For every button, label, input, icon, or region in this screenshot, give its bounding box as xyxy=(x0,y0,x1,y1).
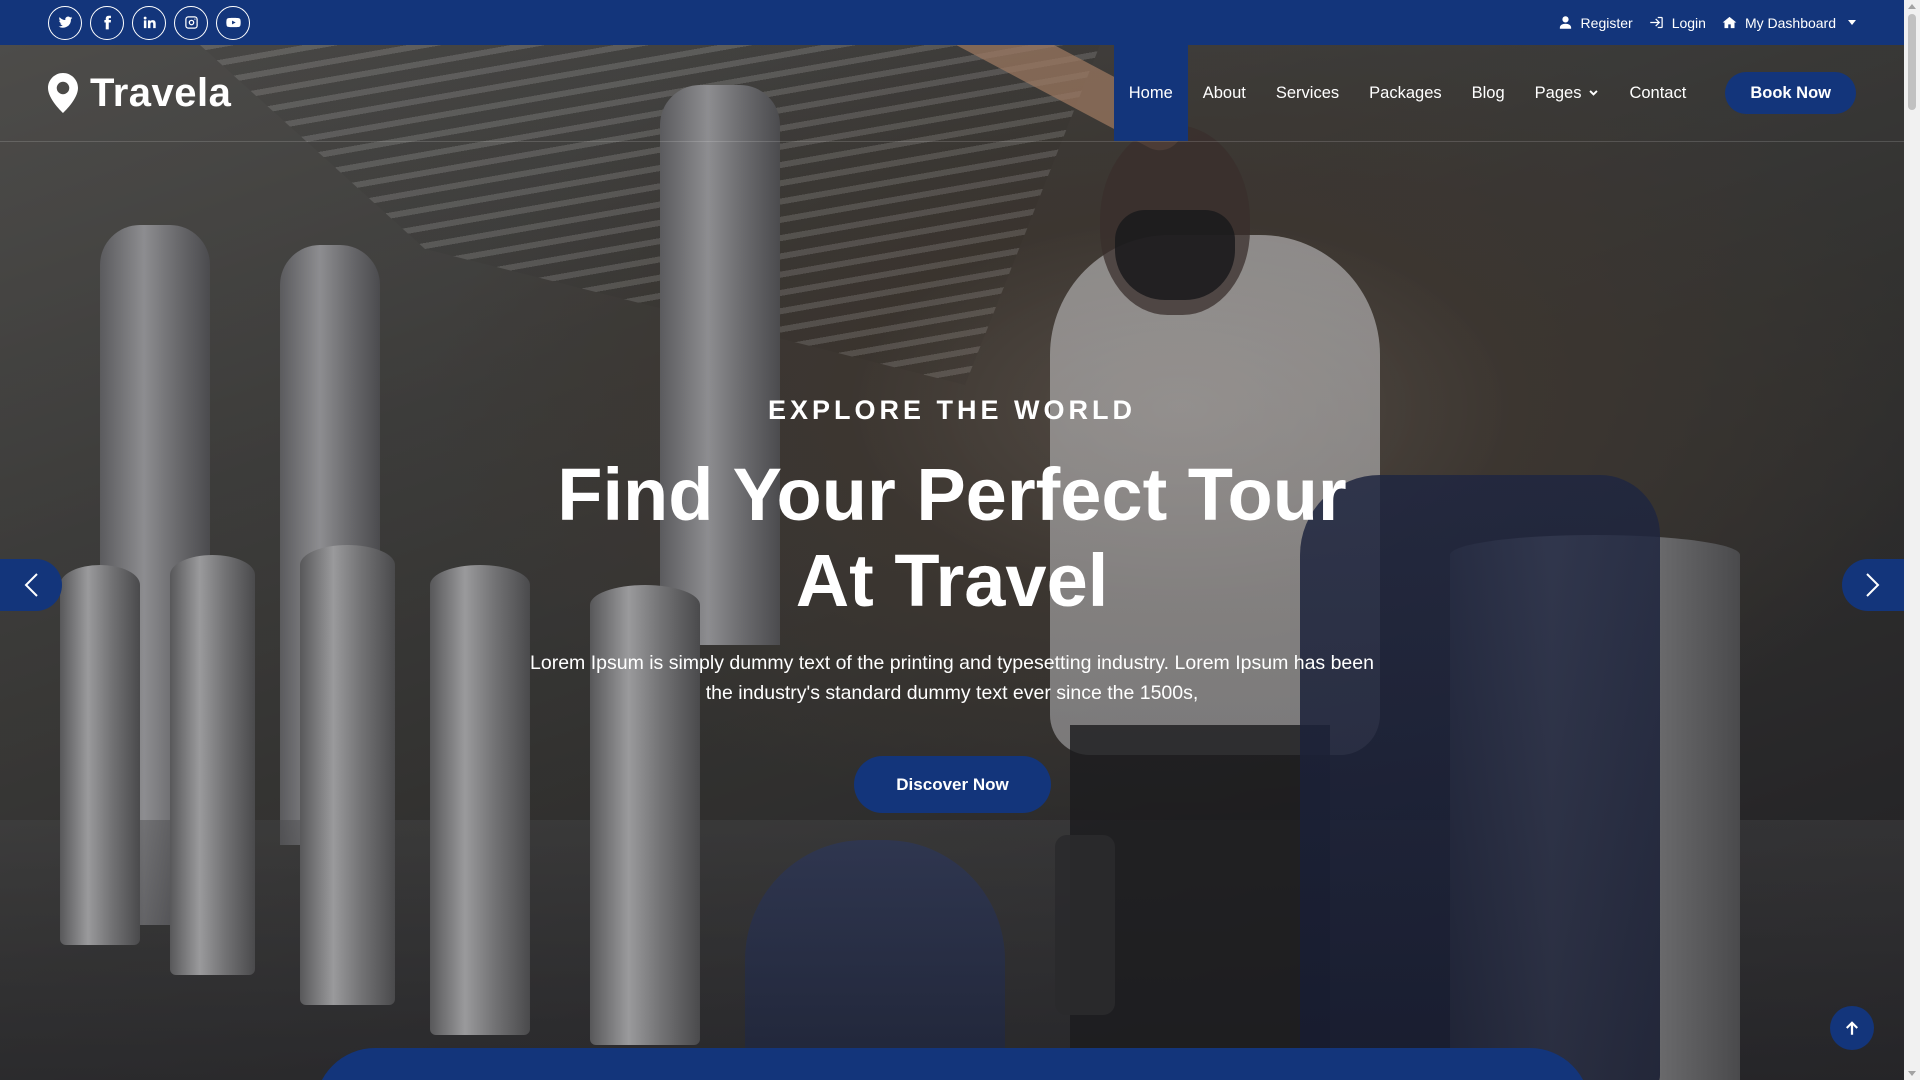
nav-item-about[interactable]: About xyxy=(1188,45,1261,141)
hero-scene-pillar xyxy=(660,85,780,645)
hero-scene-mask xyxy=(1115,210,1235,300)
nav-item-label: Blog xyxy=(1471,83,1505,102)
nav-item-label: Services xyxy=(1275,83,1340,102)
youtube-icon xyxy=(225,17,241,28)
chevron-down-icon xyxy=(1589,89,1599,96)
carousel-prev-button[interactable] xyxy=(0,559,62,611)
dashboard-label: My Dashboard xyxy=(1744,14,1836,31)
facebook-icon xyxy=(103,15,111,30)
hero-scene-bollard xyxy=(300,545,395,1005)
chevron-left-icon xyxy=(24,573,38,597)
arrow-up-icon xyxy=(1846,1021,1858,1035)
hero-background xyxy=(0,45,1904,1080)
twitter-link[interactable] xyxy=(48,5,82,40)
nav-item-contact[interactable]: Contact xyxy=(1614,45,1701,141)
dashboard-dropdown[interactable]: My Dashboard xyxy=(1722,15,1856,31)
scroll-up-arrow-icon[interactable] xyxy=(1908,4,1916,9)
facebook-link[interactable] xyxy=(90,5,124,40)
hero-scene-bag xyxy=(745,840,1005,1080)
caret-down-icon xyxy=(1848,20,1856,25)
instagram-link[interactable] xyxy=(174,5,208,40)
login-label: Login xyxy=(1671,14,1706,31)
scroll-down-arrow-icon[interactable] xyxy=(1908,1071,1916,1076)
user-icon xyxy=(1559,16,1571,29)
sign-in-icon xyxy=(1649,16,1663,29)
login-link[interactable]: Login xyxy=(1649,15,1706,31)
social-links xyxy=(48,5,250,40)
nav-item-packages[interactable]: Packages xyxy=(1354,45,1456,141)
nav-links: Home About Services Packages Blog Pages … xyxy=(1113,45,1702,141)
hero-scene-bottle xyxy=(1055,835,1115,1015)
hero-scene-bollard xyxy=(430,565,530,1035)
nav-item-label: About xyxy=(1202,83,1246,102)
top-bar: Register Login My Dashboard xyxy=(0,0,1904,45)
nav-item-label: Pages xyxy=(1534,83,1582,102)
brand-logo[interactable]: Travela xyxy=(48,71,231,116)
hero-scene-bollard xyxy=(170,555,255,975)
search-panel-top xyxy=(315,1048,1590,1080)
register-label: Register xyxy=(1580,14,1633,31)
nav-item-services[interactable]: Services xyxy=(1261,45,1354,141)
nav-item-label: Contact xyxy=(1629,83,1687,102)
instagram-icon xyxy=(184,16,198,29)
main-navbar: Travela Home About Services Packages Blo… xyxy=(0,45,1904,142)
map-pin-icon xyxy=(48,73,78,113)
book-now-button[interactable]: Book Now xyxy=(1725,72,1856,114)
page-scrollbar[interactable] xyxy=(1904,0,1920,1080)
nav-item-home[interactable]: Home xyxy=(1113,45,1188,141)
nav-item-blog[interactable]: Blog xyxy=(1457,45,1520,141)
chevron-right-icon xyxy=(1866,573,1880,597)
discover-now-button[interactable]: Discover Now xyxy=(854,756,1051,813)
account-links: Register Login My Dashboard xyxy=(1558,15,1856,31)
linkedin-link[interactable] xyxy=(132,5,166,40)
twitter-icon xyxy=(58,16,72,28)
linkedin-icon xyxy=(143,16,156,29)
home-icon xyxy=(1722,16,1737,29)
carousel-next-button[interactable] xyxy=(1842,559,1904,611)
nav-item-label: Packages xyxy=(1369,83,1442,102)
back-to-top-button[interactable] xyxy=(1830,1006,1874,1050)
brand-name: Travela xyxy=(90,70,232,115)
nav-item-pages[interactable]: Pages xyxy=(1520,45,1615,141)
hero-scene-bollard xyxy=(590,585,700,1045)
hero-scene-bollard xyxy=(60,565,140,945)
nav-right: Home About Services Packages Blog Pages … xyxy=(1113,45,1856,141)
scroll-thumb[interactable] xyxy=(1908,14,1916,110)
register-link[interactable]: Register xyxy=(1558,15,1633,31)
nav-item-label: Home xyxy=(1128,83,1173,102)
youtube-link[interactable] xyxy=(216,5,250,40)
hero-scene-coat xyxy=(1300,475,1660,1080)
